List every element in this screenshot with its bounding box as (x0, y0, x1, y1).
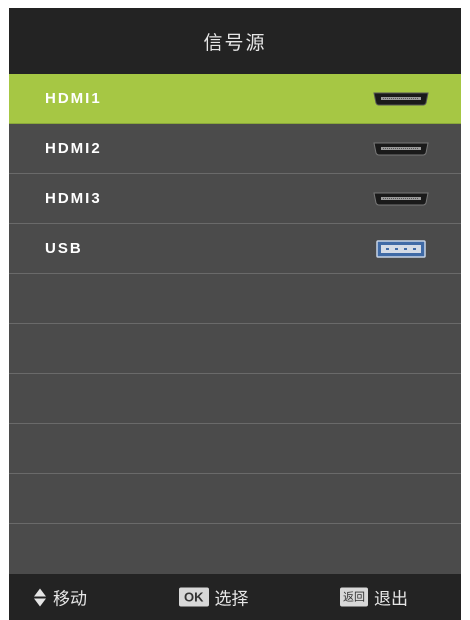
menu-footer: 移动 OK 选择 返回 退出 (9, 574, 461, 620)
usb-port-icon (371, 239, 431, 259)
back-hint: 返回 退出 (340, 585, 408, 610)
hdmi-port-icon (371, 89, 431, 109)
source-item-usb[interactable]: USB (9, 224, 461, 274)
source-item-hdmi3[interactable]: HDMI3 (9, 174, 461, 224)
hdmi-port-icon (371, 139, 431, 159)
source-item-label: HDMI2 (45, 140, 102, 157)
source-item-empty (9, 474, 461, 524)
move-label: 移动 (53, 589, 87, 610)
source-item-empty (9, 374, 461, 424)
exit-label: 退出 (374, 589, 408, 610)
source-item-hdmi1[interactable]: HDMI1 (9, 74, 461, 124)
source-item-empty (9, 324, 461, 374)
back-key-icon: 返回 (340, 587, 368, 607)
ok-key-icon: OK (179, 587, 209, 607)
source-item-hdmi2[interactable]: HDMI2 (9, 124, 461, 174)
move-hint: 移动 (33, 585, 87, 610)
source-item-label: HDMI3 (45, 190, 102, 207)
source-item-label: HDMI1 (45, 90, 102, 107)
menu-title: 信号源 (203, 31, 267, 54)
ok-hint: OK 选择 (179, 585, 249, 610)
menu-header: 信号源 (9, 8, 461, 74)
up-down-arrow-icon (33, 587, 47, 607)
hdmi-port-icon (371, 189, 431, 209)
source-item-empty (9, 424, 461, 474)
source-item-label: USB (45, 240, 83, 257)
source-item-empty (9, 524, 461, 573)
source-list: HDMI1 HDMI2 HDMI3 USB (9, 74, 461, 574)
source-item-empty (9, 274, 461, 324)
source-menu-panel: 信号源 HDMI1 HDMI2 HDMI3 USB 移动 OK 选择 返回 退出 (9, 8, 461, 620)
select-label: 选择 (214, 589, 249, 610)
